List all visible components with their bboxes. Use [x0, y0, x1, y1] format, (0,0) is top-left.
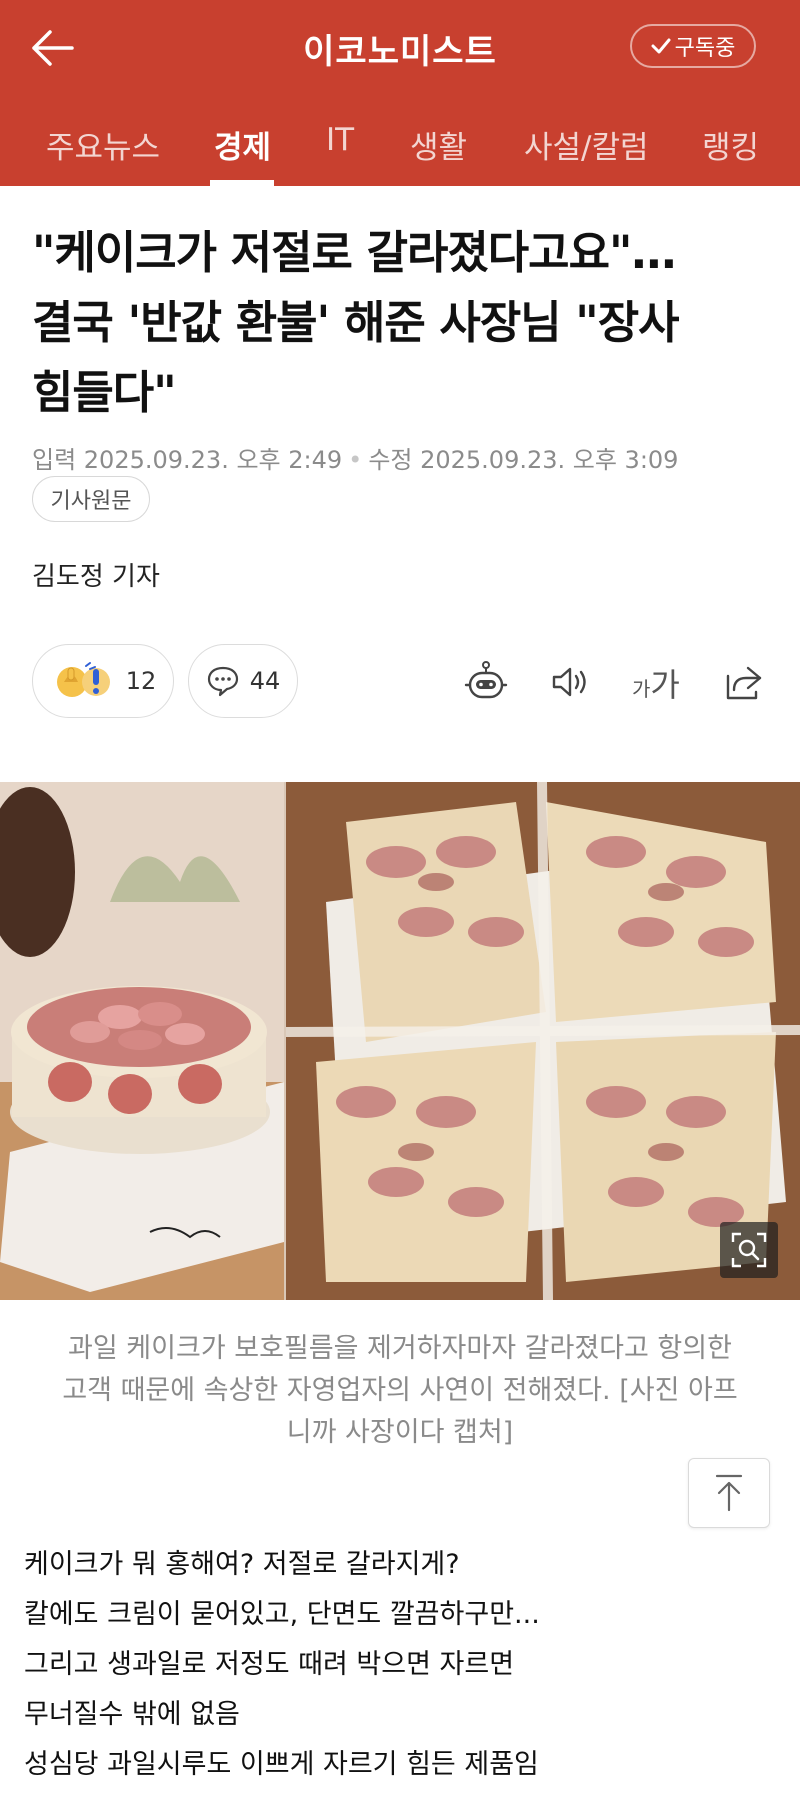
- subscribe-label: 구독중: [674, 36, 736, 61]
- reaction-button[interactable]: 12: [32, 644, 174, 718]
- caption-line: 과일 케이크가 보호필름을 제거하자마자 갈라졌다고 항의한: [68, 1333, 732, 1364]
- body-paragraph: 무너질수 밖에 없음: [24, 1699, 240, 1730]
- font-size-button[interactable]: 가가: [632, 660, 680, 706]
- tab-it[interactable]: IT: [326, 122, 354, 158]
- photo-caption: 과일 케이크가 보호필름을 제거하자마자 갈라졌다고 항의한 고객 때문에 속상…: [40, 1328, 760, 1454]
- zoom-search-icon: [731, 1232, 767, 1268]
- share-icon: [726, 666, 762, 700]
- reporter-name[interactable]: 김도정 기자: [32, 556, 160, 593]
- original-article-button[interactable]: 기사원문: [32, 476, 150, 522]
- comment-count: 44: [249, 667, 281, 695]
- body-paragraph: 칼에도 크림이 묻어있고, 단면도 깔끔하구만...: [24, 1599, 540, 1630]
- tab-main-news[interactable]: 주요뉴스: [46, 122, 160, 167]
- app-header: 이코노미스트 구독중: [0, 0, 800, 96]
- ai-summary-button[interactable]: [458, 654, 514, 710]
- headline-line: 힘들다": [32, 366, 177, 419]
- text-to-speech-button[interactable]: [542, 654, 598, 710]
- body-paragraph: 성심당 과일시루도 이쁘게 자르기 힘든 제품임: [24, 1749, 539, 1780]
- robot-icon: [464, 661, 508, 699]
- whole-cake-illustration: [0, 782, 284, 1300]
- separator-dot: •: [348, 446, 363, 474]
- share-button[interactable]: [716, 654, 772, 710]
- caption-line: 고객 때문에 속상한 자영업자의 사연이 전해졌다. [사진 아프: [62, 1375, 738, 1406]
- article-headline: "케이크가 저절로 갈라졌다고요"… 결국 '반값 환불' 해준 사장님 "장사…: [32, 218, 772, 428]
- speaker-icon: [552, 667, 586, 697]
- scroll-to-top-button[interactable]: [688, 1458, 770, 1528]
- headline-line: 결국 '반값 환불' 해준 사장님 "장사: [32, 296, 680, 349]
- tab-economy[interactable]: 경제: [214, 122, 271, 167]
- published-date: 입력 2025.09.23. 오후 2:49: [32, 446, 343, 474]
- headline-line: "케이크가 저절로 갈라졌다고요"…: [32, 226, 676, 279]
- article-dates: 입력 2025.09.23. 오후 2:49 • 수정 2025.09.23. 오후…: [32, 440, 678, 475]
- font-size-small-glyph: 가: [632, 677, 651, 701]
- body-paragraph: 케이크가 뭐 홍해여? 저절로 갈라지게?: [24, 1549, 460, 1580]
- tab-editorial[interactable]: 사설/칼럼: [524, 122, 649, 167]
- reaction-emoji-icon: [56, 662, 110, 697]
- arrow-up-icon: [715, 1474, 743, 1512]
- check-icon: [651, 38, 671, 54]
- photo-zoom-button[interactable]: [720, 1222, 778, 1278]
- body-paragraph: 그리고 생과일로 저정도 때려 박으면 자르면: [24, 1649, 515, 1680]
- tab-ranking[interactable]: 랭킹: [702, 122, 759, 167]
- font-size-big-glyph: 가: [650, 666, 680, 704]
- article-photo[interactable]: [0, 782, 800, 1300]
- modified-date: 수정 2025.09.23. 오후 3:09: [368, 446, 679, 474]
- comment-button[interactable]: 44: [188, 644, 298, 718]
- subscribe-button[interactable]: 구독중: [630, 24, 756, 68]
- tab-life[interactable]: 생활: [410, 122, 467, 167]
- whole-cake-photo: [0, 782, 284, 1300]
- section-tabs: 주요뉴스 경제 IT 생활 사설/칼럼 랭킹: [0, 96, 800, 186]
- active-tab-indicator: [210, 180, 274, 186]
- comment-bubble-icon: [207, 666, 238, 697]
- article-body: 케이크가 뭐 홍해여? 저절로 갈라지게? 칼에도 크림이 묻어있고, 단면도 …: [24, 1540, 764, 1790]
- reaction-count: 12: [125, 667, 157, 695]
- caption-line: 니까 사장이다 캡처]: [286, 1417, 514, 1448]
